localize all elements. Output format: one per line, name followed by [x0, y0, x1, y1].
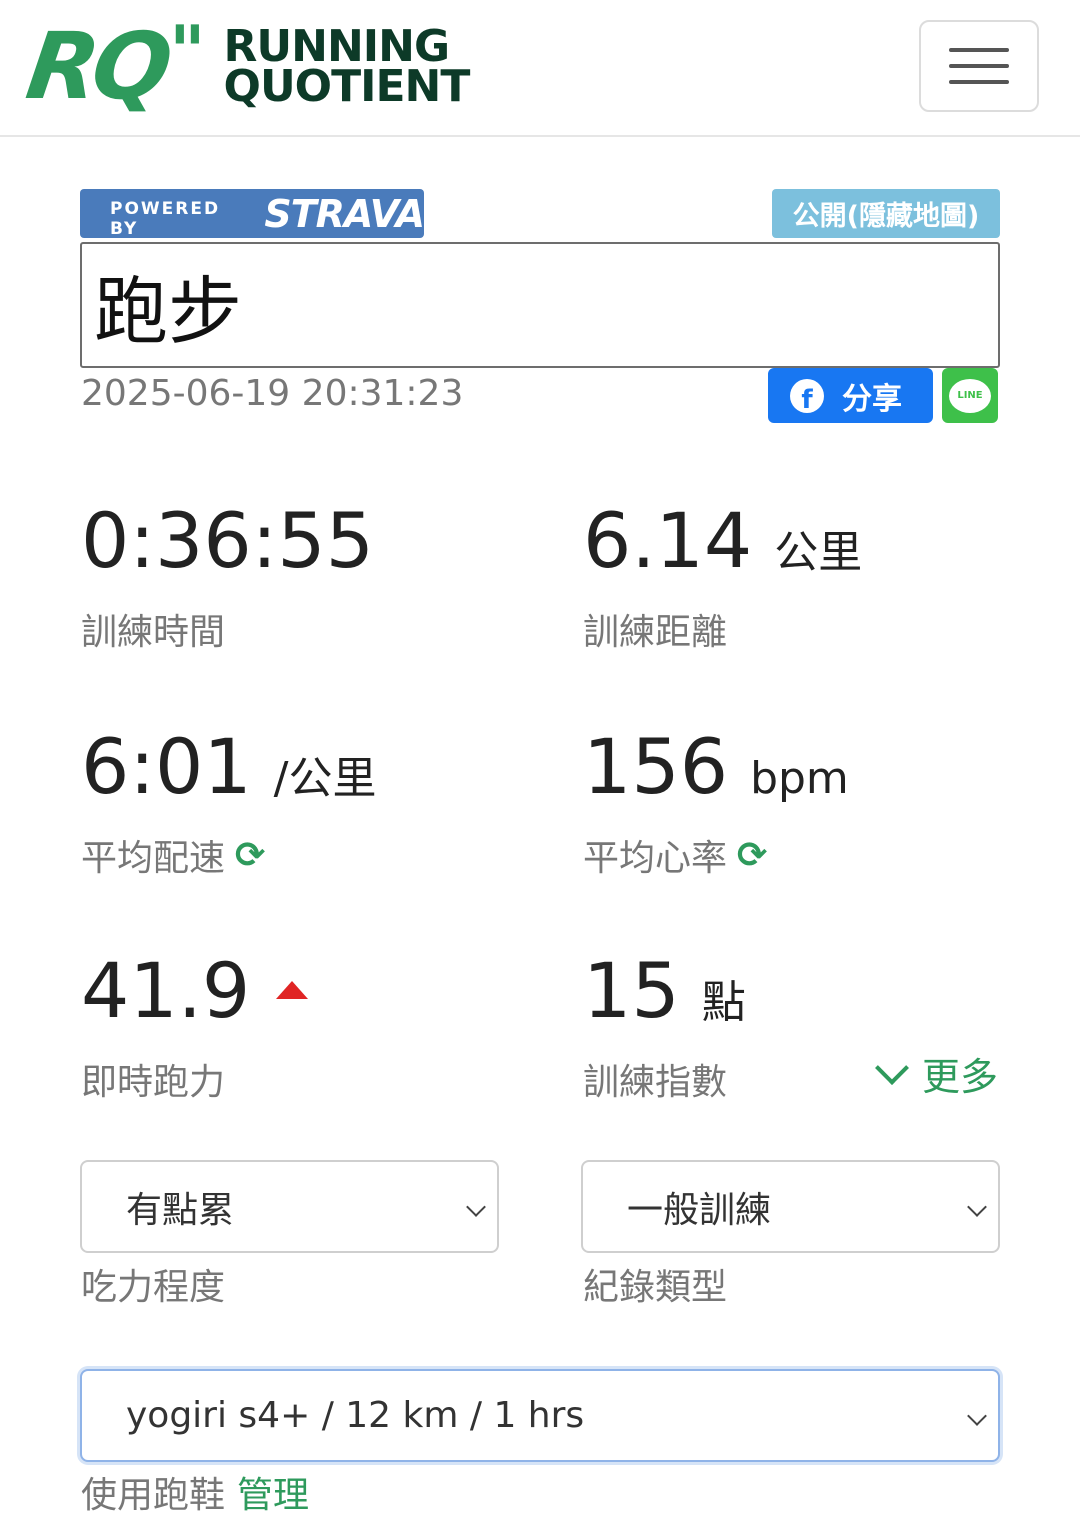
- sync-icon[interactable]: ⟳: [235, 835, 265, 876]
- stat-distance: 6.14 公里 訓練距離: [583, 503, 862, 655]
- stat-heart-rate: 156 bpm 平均心率 ⟳: [583, 729, 849, 881]
- hamburger-icon: [949, 48, 1009, 84]
- share-label: 分享: [842, 381, 902, 417]
- menu-button[interactable]: [919, 20, 1039, 112]
- shoes-selected-value: yogiri s4+ / 12 km / 1 hrs: [126, 1395, 585, 1436]
- record-type-select[interactable]: 一般訓練: [581, 1160, 1000, 1253]
- pace-unit: /公里: [273, 753, 377, 804]
- chevron-down-icon: [967, 1197, 987, 1217]
- triangle-up-icon: [276, 981, 309, 999]
- running-power-value: 41.9: [81, 946, 251, 1035]
- stat-pace: 6:01/公里 平均配速 ⟳: [81, 729, 377, 881]
- powered-by-text: POWERED BY: [110, 198, 221, 239]
- pace-label: 平均配速: [81, 838, 226, 879]
- heart-rate-value: 156: [583, 722, 729, 811]
- stat-running-power: 41.9 即時跑力: [81, 953, 309, 1105]
- shoes-select[interactable]: yogiri s4+ / 12 km / 1 hrs: [80, 1369, 1000, 1462]
- manage-shoes-link[interactable]: 管理: [237, 1475, 309, 1516]
- effort-selected-value: 有點累: [126, 1189, 235, 1231]
- chevron-down-icon: [466, 1197, 486, 1217]
- facebook-share-button[interactable]: f 分享: [768, 368, 933, 423]
- line-share-button[interactable]: LINE: [942, 368, 998, 423]
- effort-select[interactable]: 有點累: [80, 1160, 499, 1253]
- effort-label: 吃力程度: [81, 1267, 226, 1308]
- distance-label: 訓練距離: [583, 612, 728, 653]
- strava-wordmark: STRAVA: [264, 191, 425, 236]
- rq-logo[interactable]: RQ " RUNNING QUOTIENT: [21, 13, 568, 120]
- running-power-label: 即時跑力: [81, 1062, 226, 1103]
- shoes-label: 使用跑鞋: [81, 1475, 226, 1516]
- facebook-icon: f: [790, 378, 824, 413]
- heart-rate-unit: bpm: [750, 753, 849, 804]
- training-index-value: 15: [583, 946, 680, 1035]
- duration-value: 0:36:55: [81, 496, 374, 585]
- chevron-down-icon: [967, 1406, 987, 1426]
- shoes-label-row: 使用跑鞋 管理: [81, 1466, 309, 1518]
- stat-duration: 0:36:55 訓練時間: [81, 503, 374, 655]
- logo-quote-mark: ": [169, 11, 206, 93]
- logo-rq-mark: RQ: [20, 13, 173, 120]
- logo-line-2: QUOTIENT: [223, 61, 471, 112]
- chevron-down-icon: [875, 1050, 909, 1085]
- record-type-selected-value: 一般訓練: [627, 1189, 772, 1231]
- top-header: RQ " RUNNING QUOTIENT: [0, 0, 1080, 137]
- distance-value: 6.14: [583, 496, 753, 585]
- duration-label: 訓練時間: [81, 612, 226, 653]
- line-icon: LINE: [949, 378, 991, 413]
- more-label: 更多: [922, 1055, 999, 1099]
- pace-value: 6:01: [81, 722, 252, 811]
- activity-datetime: 2025-06-19 20:31:23: [81, 373, 464, 414]
- distance-unit: 公里: [774, 527, 863, 578]
- sync-icon[interactable]: ⟳: [737, 835, 767, 876]
- record-type-label: 紀錄類型: [583, 1267, 728, 1308]
- stat-training-index: 15 點 訓練指數: [583, 953, 746, 1105]
- training-index-unit: 點: [701, 977, 746, 1028]
- visibility-badge[interactable]: 公開(隱藏地圖): [772, 189, 1000, 238]
- logo-wordmark: RUNNING QUOTIENT: [223, 24, 471, 112]
- training-index-label: 訓練指數: [583, 1062, 728, 1103]
- heart-rate-label: 平均心率: [583, 838, 728, 879]
- more-toggle[interactable]: 更多: [872, 1046, 998, 1101]
- powered-by-strava-badge: POWERED BY STRAVA: [80, 189, 425, 239]
- activity-title-field[interactable]: 跑步: [80, 242, 1000, 368]
